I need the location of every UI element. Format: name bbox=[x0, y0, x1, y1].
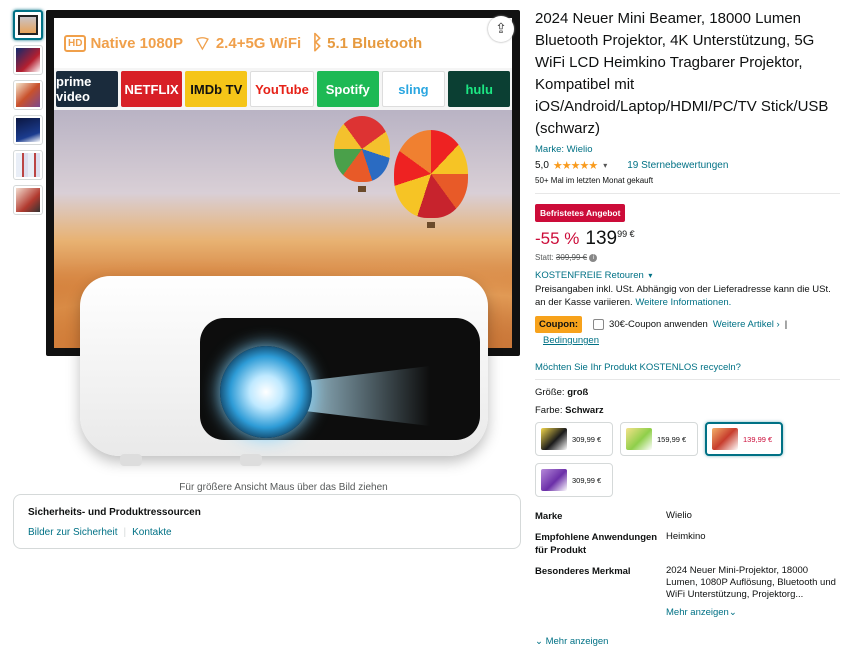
safety-title: Sicherheits- und Produktressourcen bbox=[28, 507, 201, 518]
hover-hint: Für größere Ansicht Maus über das Bild z… bbox=[179, 482, 388, 493]
balloon-right bbox=[394, 130, 468, 218]
variant-price: 159,99 € bbox=[657, 434, 687, 444]
coupon-text[interactable]: 30€-Coupon anwenden bbox=[609, 319, 708, 330]
bluetooth-icon: ᛒ bbox=[311, 31, 324, 54]
brand-link[interactable]: Marke: Wielio bbox=[535, 144, 840, 155]
thumbnail-2[interactable] bbox=[13, 45, 43, 75]
contacts-link[interactable]: Kontakte bbox=[132, 527, 171, 538]
app-logo-2: IMDb TV bbox=[185, 71, 248, 107]
size-selector: Größe: groß bbox=[535, 387, 589, 398]
balloon-left bbox=[334, 116, 390, 182]
feature-bluetooth: ᛒ 5.1 Bluetooth bbox=[311, 31, 423, 54]
recycle-link[interactable]: Möchten Sie Ihr Produkt KOSTENLOS recyce… bbox=[535, 362, 840, 373]
info-icon[interactable]: i bbox=[589, 253, 598, 262]
list-price: Statt: 309,99 € i bbox=[535, 253, 840, 262]
star-rating-icon[interactable]: ★★★★★ bbox=[553, 159, 598, 172]
feature-native: HD Native 1080P bbox=[64, 34, 183, 52]
attribute-value: Heimkino bbox=[666, 531, 706, 542]
main-product-image[interactable]: HD Native 1080P ⌔ 2.4+5G WiFi ᛒ 5.1 Blue… bbox=[46, 10, 521, 470]
app-logo-1: NETFLIX bbox=[120, 71, 183, 107]
chevron-down-icon[interactable]: ▾ bbox=[648, 271, 652, 280]
color-value: Schwarz bbox=[565, 405, 604, 416]
thumbnail-list bbox=[13, 10, 45, 220]
variant-price: 309,99 € bbox=[572, 475, 602, 485]
discount-percent: -55 % bbox=[535, 229, 580, 248]
was-price: 309,99 € bbox=[555, 253, 588, 262]
variant-image bbox=[541, 428, 567, 450]
attribute-table: Marke Wielio Empfohlene Anwendungen für Pr… bbox=[535, 510, 840, 618]
rating-row: 5,0 ★★★★★ ▾ 19 Sternebewertungen bbox=[535, 159, 840, 172]
hd-icon: HD bbox=[64, 34, 87, 52]
deal-badge: Befristetes Angebot bbox=[535, 204, 626, 222]
variant-swatches: 309,99 € 159,99 € 139,99 € 309,99 € bbox=[535, 422, 795, 497]
coupon-conditions-link[interactable]: Bedingungen bbox=[543, 335, 599, 346]
show-more-link[interactable]: ⌄ Mehr anzeigen bbox=[535, 636, 608, 647]
price-info: Preisangaben inkl. USt. Abhängig von der… bbox=[535, 284, 831, 308]
app-logo-5: sling bbox=[381, 71, 446, 107]
coupon-more-link[interactable]: Weitere Artikel › bbox=[713, 319, 780, 330]
variant-image bbox=[712, 428, 738, 450]
chevron-down-icon[interactable]: ⌄ bbox=[729, 607, 737, 618]
app-logo-0: prime video bbox=[56, 71, 118, 107]
attribute-row: Besonderes Merkmal 2024 Neuer Mini-Projek… bbox=[535, 565, 840, 601]
product-details: 2024 Neuer Mini Beamer, 18000 Lumen Blue… bbox=[535, 8, 840, 497]
attribute-value: 2024 Neuer Mini-Projektor, 18000 Lumen, … bbox=[666, 565, 836, 600]
app-logo-4: Spotify bbox=[316, 71, 379, 107]
variant-price: 309,99 € bbox=[572, 434, 602, 444]
variant-image bbox=[626, 428, 652, 450]
ratings-count-link[interactable]: 19 Sternebewertungen bbox=[627, 160, 728, 171]
coupon-row: Coupon: 30€-Coupon anwenden Weitere Arti… bbox=[535, 316, 840, 333]
attribute-row: Marke Wielio bbox=[535, 510, 840, 523]
attribute-key: Besonderes Merkmal bbox=[535, 566, 631, 577]
attribute-key: Empfohlene Anwendungen für Produkt bbox=[535, 532, 658, 556]
variant-swatch-1[interactable]: 309,99 € bbox=[535, 422, 613, 456]
product-title: 2024 Neuer Mini Beamer, 18000 Lumen Blue… bbox=[535, 10, 829, 137]
lens bbox=[220, 346, 312, 438]
price-row: -55 % 139 99 € bbox=[535, 228, 840, 250]
attribute-key: Marke bbox=[535, 511, 563, 522]
app-logo-3: YouTube bbox=[250, 71, 314, 107]
price-fraction: 99 € bbox=[617, 229, 635, 239]
wifi-icon: ⌔ bbox=[193, 32, 212, 55]
coupon-tag: Coupon: bbox=[535, 316, 583, 333]
thumbnail-3[interactable] bbox=[13, 80, 43, 110]
safety-resources: Sicherheits- und Produktressourcen Bilde… bbox=[13, 494, 521, 549]
variant-price: 139,99 € bbox=[743, 434, 773, 444]
variant-swatch-3[interactable]: 139,99 € bbox=[705, 422, 783, 456]
chevron-down-icon[interactable]: ⌄ bbox=[535, 636, 543, 647]
attribute-row: Empfohlene Anwendungen für Produkt Heimki… bbox=[535, 531, 840, 557]
app-logos-row: prime video NETFLIX IMDb TV YouTube Spotify s… bbox=[56, 71, 511, 107]
app-logo-6: hulu bbox=[448, 71, 511, 107]
thumbnail-4[interactable] bbox=[13, 115, 43, 145]
coupon-checkbox[interactable] bbox=[593, 319, 605, 330]
bought-count: 50+ Mal im letzten Monat gekauft bbox=[535, 176, 654, 185]
feature-wifi: ⌔ 2.4+5G WiFi bbox=[193, 32, 302, 55]
chevron-down-icon[interactable]: ▾ bbox=[603, 161, 607, 170]
safety-images-link[interactable]: Bilder zur Sicherheit bbox=[28, 527, 117, 538]
price-whole: 139 bbox=[585, 228, 618, 249]
more-info-link[interactable]: Weitere Informationen. bbox=[635, 297, 731, 308]
projector-image bbox=[80, 276, 488, 466]
attribute-more-link[interactable]: Mehr anzeigen⌄ bbox=[666, 607, 840, 618]
size-value: groß bbox=[567, 387, 589, 398]
free-returns-link[interactable]: KOSTENFREIE Retouren ▾ bbox=[535, 270, 840, 281]
thumbnail-1[interactable] bbox=[13, 10, 43, 40]
attribute-value: Wielio bbox=[666, 510, 692, 521]
variant-swatch-4[interactable]: 309,99 € bbox=[535, 463, 613, 497]
color-selector: Farbe: Schwarz bbox=[535, 405, 604, 416]
thumbnail-5[interactable] bbox=[13, 150, 43, 180]
share-icon[interactable]: ⇪ bbox=[488, 16, 514, 42]
variant-swatch-2[interactable]: 159,99 € bbox=[620, 422, 698, 456]
variant-image bbox=[541, 469, 567, 491]
rating-value: 5,0 bbox=[535, 160, 549, 171]
thumbnail-6[interactable] bbox=[13, 185, 43, 215]
feature-row: HD Native 1080P ⌔ 2.4+5G WiFi ᛒ 5.1 Blue… bbox=[54, 18, 512, 68]
